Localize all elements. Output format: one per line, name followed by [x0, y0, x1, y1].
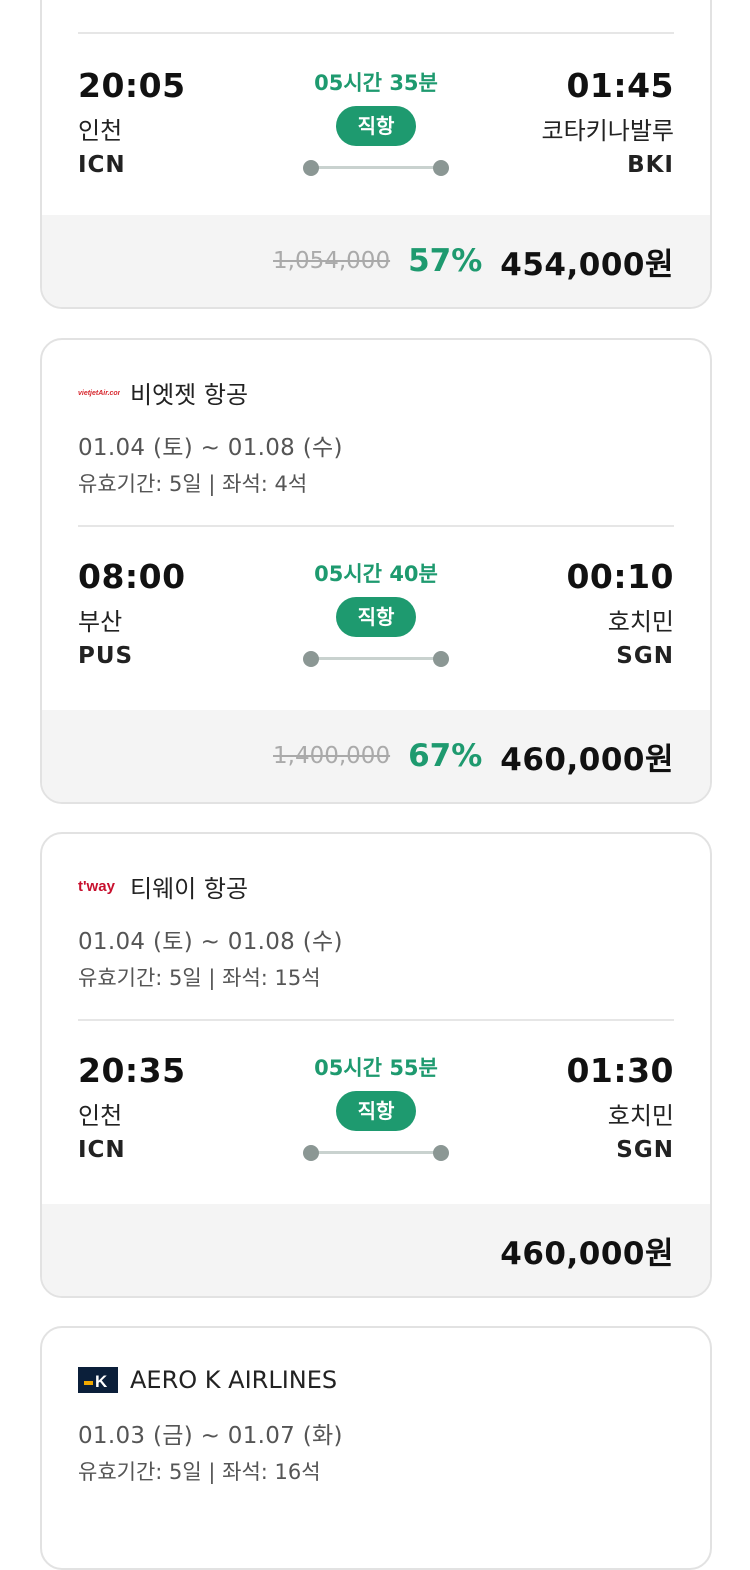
travel-dates: 01.04 (토) ~ 01.08 (수)	[78, 435, 343, 461]
arrival: 01:30 호치민 SGN	[566, 1053, 674, 1165]
price-bar: 1,054,000 57% 454,000원	[42, 215, 710, 307]
svg-text:K: K	[95, 1372, 108, 1391]
arrival-city: 호치민	[607, 1102, 674, 1130]
direct-badge: 직항	[336, 597, 416, 637]
final-price: 460,000원	[500, 1235, 674, 1272]
arrival-city: 코타키나발루	[541, 117, 674, 145]
direct-badge: 직항	[336, 1091, 416, 1131]
departure: 20:35 인천 ICN	[78, 1053, 186, 1165]
svg-text:vietjetAir.com: vietjetAir.com	[78, 390, 120, 397]
arrival-code: SGN	[616, 1137, 674, 1163]
card-header: t'way 티웨이 항공 01.04 (토) ~ 01.08 (수) 유효기간:…	[42, 834, 710, 1019]
flight-summary: 05시간 40분 직항	[292, 561, 460, 667]
arrival-time: 01:45	[566, 66, 674, 105]
departure: 08:00 부산 PUS	[78, 559, 186, 671]
discount-rate: 57%	[408, 243, 483, 279]
arrival: 00:10 호치민 SGN	[566, 559, 674, 671]
airline-row: vietjetAir.com 비엣젯 항공	[78, 376, 249, 409]
svg-text:t'way: t'way	[78, 878, 116, 895]
departure-time: 20:35	[78, 1051, 186, 1090]
validity-seats: 유효기간: 5일 | 좌석: 4석	[78, 472, 308, 496]
flight-card[interactable]: t'way 티웨이 항공 01.04 (토) ~ 01.08 (수) 유효기간:…	[40, 832, 712, 1298]
departure: 20:05 인천 ICN	[78, 68, 186, 180]
route-line-icon	[303, 1145, 449, 1161]
airline-name: 티웨이 항공	[130, 874, 249, 903]
route-line-icon	[303, 651, 449, 667]
airline-name: 비엣젯 항공	[130, 380, 249, 409]
flight-row: 08:00 부산 PUS 05시간 40분 직항 00:10 호치민 SGN	[42, 525, 710, 710]
flight-summary: 05시간 55분 직항	[292, 1055, 460, 1161]
original-price: 1,054,000	[273, 248, 391, 274]
arrival-time: 00:10	[566, 557, 674, 596]
travel-dates: 01.03 (금) ~ 01.07 (화)	[78, 1423, 343, 1449]
price-bar: 460,000원	[42, 1204, 710, 1296]
arrival: 01:45 코타키나발루 BKI	[542, 68, 674, 180]
direct-badge: 직항	[336, 106, 416, 146]
flight-duration: 05시간 40분	[314, 562, 438, 586]
flight-card[interactable]: vietjetAir.com 비엣젯 항공 01.04 (토) ~ 01.08 …	[40, 338, 712, 804]
arrival-code: BKI	[627, 152, 674, 178]
final-price: 454,000원	[500, 246, 674, 283]
flight-row: 20:05 인천 ICN 05시간 35분 직항 01:45 코타키나발루 BK…	[42, 34, 710, 219]
travel-dates: 01.04 (토) ~ 01.08 (수)	[78, 929, 343, 955]
arrival-code: SGN	[616, 643, 674, 669]
flight-row: 20:35 인천 ICN 05시간 55분 직항 01:30 호치민 SGN	[42, 1019, 710, 1204]
departure-code: ICN	[78, 152, 126, 178]
discount-rate: 67%	[408, 738, 483, 774]
airline-row: K AERO K AIRLINES	[78, 1364, 337, 1396]
airline-name: AERO K AIRLINES	[130, 1366, 338, 1394]
vietjet-logo-icon: vietjetAir.com	[78, 380, 120, 404]
flight-duration: 05시간 55분	[314, 1056, 438, 1080]
departure-code: PUS	[78, 643, 134, 669]
original-price: 1,400,000	[273, 743, 391, 769]
card-header: K AERO K AIRLINES 01.03 (금) ~ 01.07 (화) …	[42, 1328, 710, 1513]
validity-seats: 유효기간: 5일 | 좌석: 15석	[78, 966, 321, 990]
tway-logo-icon: t'way	[78, 874, 120, 898]
card-header: vietjetAir.com 비엣젯 항공 01.04 (토) ~ 01.08 …	[42, 340, 710, 525]
final-price: 460,000원	[500, 741, 674, 778]
departure-time: 20:05	[78, 66, 186, 105]
departure-time: 08:00	[78, 557, 186, 596]
flight-card[interactable]: 20:05 인천 ICN 05시간 35분 직항 01:45 코타키나발루 BK…	[40, 0, 712, 309]
departure-code: ICN	[78, 1137, 126, 1163]
validity-seats: 유효기간: 5일 | 좌석: 16석	[78, 1460, 321, 1484]
departure-city: 인천	[78, 1102, 123, 1130]
arrival-city: 호치민	[607, 608, 674, 636]
flight-summary: 05시간 35분 직항	[292, 70, 460, 176]
flight-card[interactable]: K AERO K AIRLINES 01.03 (금) ~ 01.07 (화) …	[40, 1326, 712, 1570]
aerok-logo-icon: K	[78, 1367, 120, 1393]
price-bar: 1,400,000 67% 460,000원	[42, 710, 710, 802]
arrival-time: 01:30	[566, 1051, 674, 1090]
airline-row: t'way 티웨이 항공	[78, 870, 249, 903]
departure-city: 인천	[78, 117, 123, 145]
route-line-icon	[303, 160, 449, 176]
flight-duration: 05시간 35분	[314, 71, 438, 95]
departure-city: 부산	[78, 608, 123, 636]
